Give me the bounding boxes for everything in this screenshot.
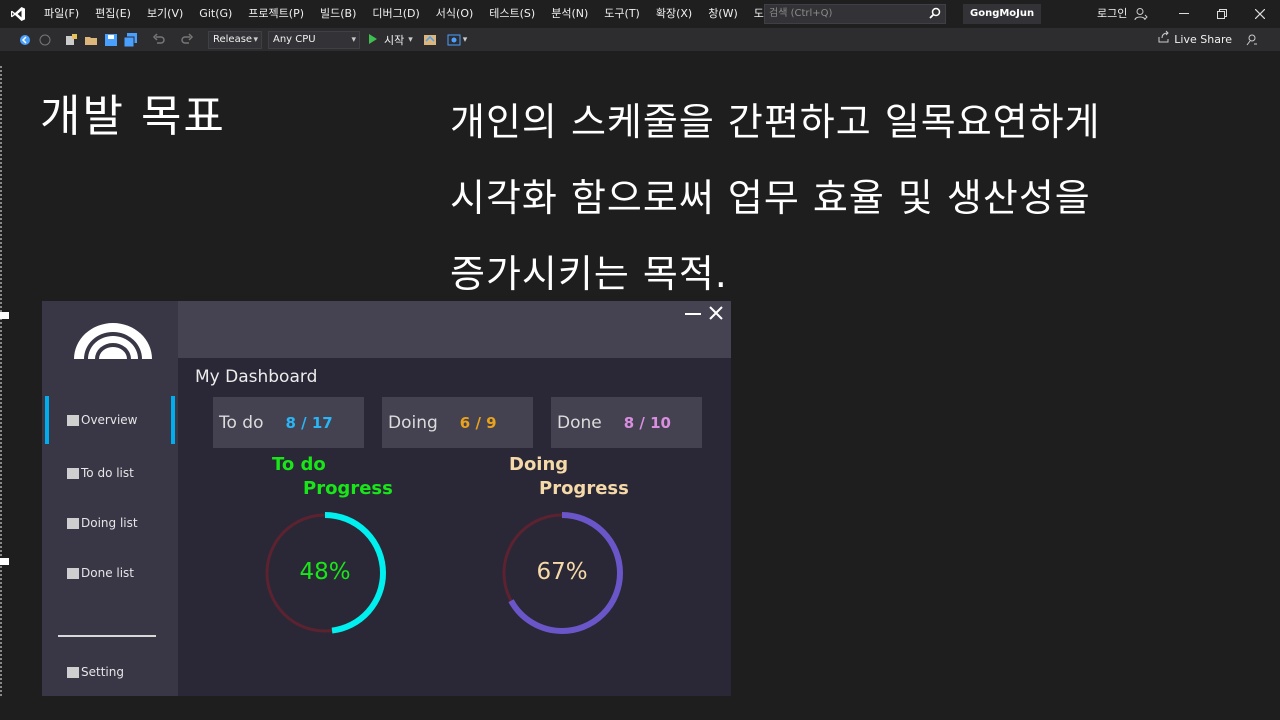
browser-link-icon[interactable] [423,33,437,47]
menu-tools[interactable]: 도구(T) [596,0,648,28]
sidebar-divider [58,635,156,637]
nav-overview-label: Overview [81,413,138,427]
back-nav-icon[interactable] [18,33,32,47]
list-icon [67,567,79,579]
resize-handle-top[interactable] [0,312,9,319]
nav-setting[interactable]: Setting [45,648,175,696]
doing-progress-percent: 67% [536,559,588,585]
save-icon[interactable] [104,33,118,47]
menu-analyze[interactable]: 분석(N) [543,0,596,28]
redo-icon[interactable] [180,32,194,47]
restore-window-button[interactable] [1202,0,1242,28]
resize-handle-bottom[interactable] [0,558,9,565]
dashboard-sidebar: Overview To do list Doing list Done list… [42,301,178,696]
todo-progress-percent: 48% [299,559,351,585]
app-close-icon[interactable] [708,303,724,326]
setting-icon [67,666,79,678]
start-button-label[interactable]: 시작 [384,32,404,48]
visual-studio-logo-icon[interactable] [0,0,36,28]
list-icon [67,467,79,479]
save-all-icon[interactable] [123,32,138,47]
nav-done-list[interactable]: Done list [45,549,175,597]
undo-icon[interactable] [152,32,166,47]
menu-build[interactable]: 빌드(B) [312,0,364,28]
live-share-label: Live Share [1174,33,1232,46]
stat-card-doing: Doing 6 / 9 [382,397,533,448]
slide-body-line-1: 개인의 스케줄을 간편하고 일목요연하게 [450,100,1101,144]
live-share-icon [1157,28,1170,51]
stat-value: 8 / 17 [285,413,333,432]
app-logo-icon [74,323,152,359]
nav-doing-list[interactable]: Doing list [45,499,175,547]
dashboard-app-image: Overview To do list Doing list Done list… [42,301,731,696]
menu-edit[interactable]: 편집(E) [87,0,139,28]
menu-format[interactable]: 서식(O) [428,0,481,28]
menu-extensions[interactable]: 확장(X) [648,0,700,28]
search-placeholder: 검색 (Ctrl+Q) [769,8,833,19]
slide-title: 개발 목표 [40,91,226,142]
todo-progress-title-line2: Progress [303,478,393,499]
nav-todo-list[interactable]: To do list [45,449,175,497]
platform-select[interactable]: Any CPU [268,30,360,49]
search-input[interactable]: 검색 (Ctrl+Q) [764,4,946,24]
stat-value: 6 / 9 [459,413,497,432]
menu-debug[interactable]: 디버그(D) [364,0,427,28]
account-icon[interactable] [1134,7,1148,21]
overview-icon [67,414,79,426]
close-window-button[interactable] [1240,0,1280,28]
toolbar-overflow-icon[interactable]: ▾ [463,35,468,45]
open-folder-icon[interactable] [84,33,98,47]
stat-value: 8 / 10 [623,413,671,432]
stat-label: Done [557,412,602,433]
menu-bar: 파일(F) 편집(E) 보기(V) Git(G) 프로젝트(P) 빌드(B) 디… [36,0,809,28]
new-project-icon[interactable] [64,33,78,47]
stat-card-todo: To do 8 / 17 [213,397,364,448]
menu-test[interactable]: 테스트(S) [481,0,543,28]
slide-body-line-2: 시각화 함으로써 업무 효율 및 생산성을 [450,176,1091,220]
live-share-button[interactable]: Live Share [1157,28,1232,51]
dashboard-title: My Dashboard [195,367,318,387]
project-name-badge: GongMoJun [963,4,1042,24]
feedback-icon[interactable] [1245,33,1258,49]
slide-body-text: 개인의 스케줄을 간편하고 일목요연하게 시각화 함으로써 업무 효율 및 생산… [450,84,1250,312]
doing-progress-title-line1: Doing [509,454,569,475]
menu-file[interactable]: 파일(F) [36,0,87,28]
menu-window[interactable]: 창(W) [700,0,746,28]
menu-view[interactable]: 보기(V) [139,0,191,28]
login-button[interactable]: 로그인 [1097,0,1127,28]
dashboard-header-bar [178,301,731,358]
nav-overview[interactable]: Overview [45,396,175,444]
minimize-window-button[interactable] [1164,0,1204,28]
nav-setting-label: Setting [81,665,124,679]
start-debug-icon[interactable] [368,33,380,47]
doing-progress-title-line2: Progress [539,478,629,499]
stat-card-done: Done 8 / 10 [551,397,702,448]
search-icon [929,7,941,26]
nav-done-label: Done list [81,566,135,580]
nav-doing-label: Doing list [81,516,138,530]
app-minimize-icon[interactable] [684,303,702,326]
nav-todo-label: To do list [81,466,134,480]
screenshot-icon[interactable] [447,33,461,47]
menu-git[interactable]: Git(G) [191,0,240,28]
forward-nav-icon[interactable] [38,33,52,47]
list-icon [67,517,79,529]
start-dropdown-icon[interactable]: ▾ [408,35,413,45]
stat-label: Doing [388,412,438,433]
solution-config-select[interactable]: Release [208,30,262,49]
menu-project[interactable]: 프로젝트(P) [240,0,312,28]
todo-progress-title-line1: To do [272,454,326,475]
vs-title-bar: 파일(F) 편집(E) 보기(V) Git(G) 프로젝트(P) 빌드(B) 디… [0,0,1280,28]
stat-label: To do [219,412,264,433]
vs-toolbar: Release Any CPU 시작 ▾ ▾ Live Share [0,28,1280,51]
slide-left-edge [0,66,3,696]
